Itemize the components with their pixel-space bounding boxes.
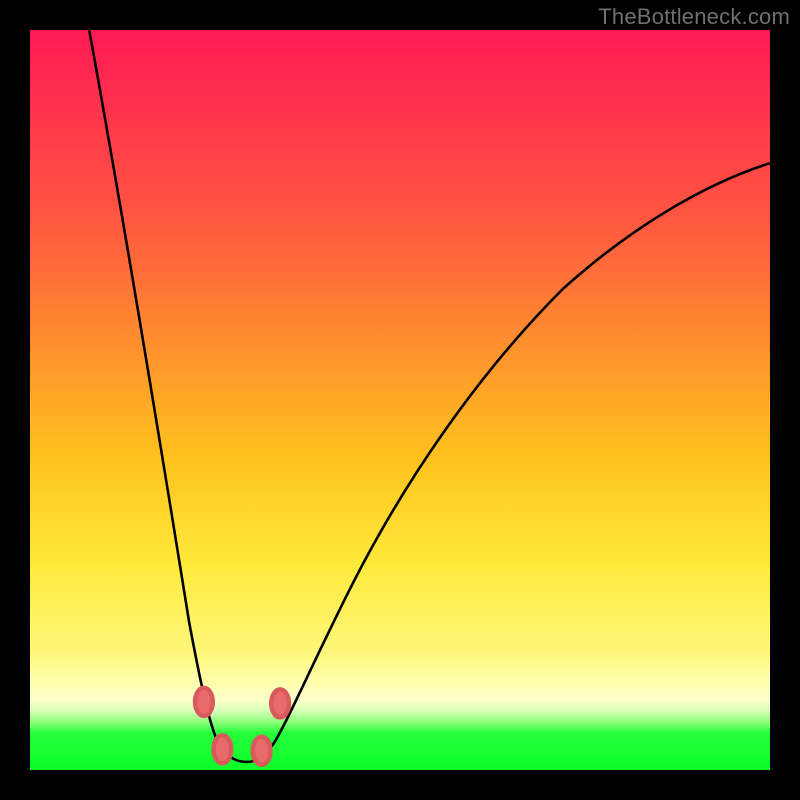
plot-area — [30, 30, 770, 770]
marker-dot — [214, 735, 232, 763]
marker-dot — [253, 737, 271, 765]
bottleneck-curve — [89, 30, 770, 762]
marker-dot — [195, 688, 213, 716]
curve-layer — [30, 30, 770, 770]
chart-frame: TheBottleneck.com — [0, 0, 800, 800]
watermark-text: TheBottleneck.com — [598, 4, 790, 30]
marker-dot — [271, 689, 289, 717]
